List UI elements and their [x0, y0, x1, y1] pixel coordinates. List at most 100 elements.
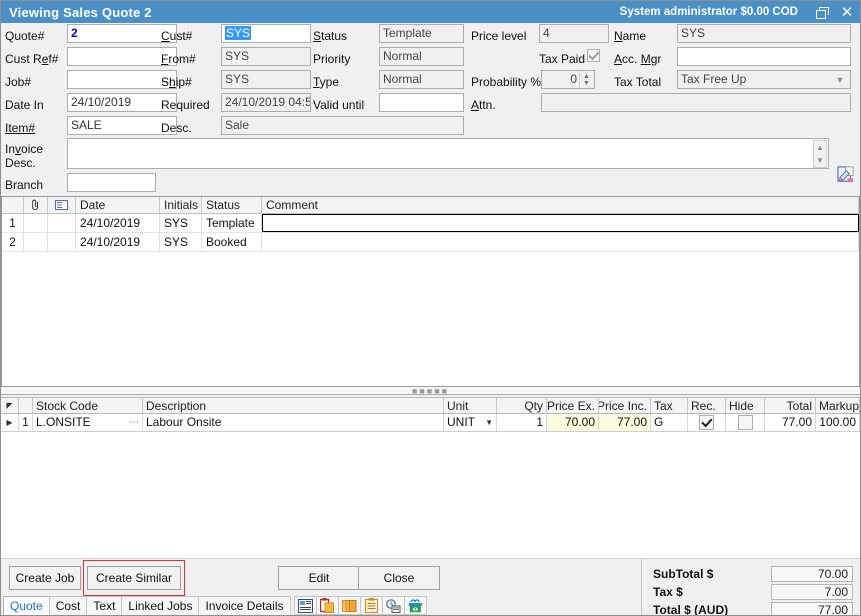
line-row-stock-code[interactable]: L.ONSITE ⋯ [33, 414, 143, 431]
line-col-total[interactable]: Total [765, 398, 816, 413]
paste-clipboard-icon-button[interactable] [316, 596, 339, 615]
table-row[interactable]: 2 24/10/2019 SYS Booked [2, 233, 859, 252]
row-attachment-cell[interactable] [24, 214, 48, 232]
hide-checkbox[interactable] [738, 415, 753, 430]
comments-col-initials[interactable]: Initials [160, 197, 202, 213]
edit-button[interactable]: Edit [278, 566, 360, 590]
line-col-qty[interactable]: Qty [497, 398, 547, 413]
invoice-desc-label: Invoice [5, 142, 43, 156]
tab-linked-jobs[interactable]: Linked Jobs [121, 596, 199, 615]
create-job-button[interactable]: Create Job [9, 566, 81, 590]
probability-spinner[interactable]: ▲ ▼ [579, 71, 593, 88]
comments-col-attachment[interactable] [24, 197, 48, 213]
line-row-price-ex[interactable]: 70.00 [547, 414, 599, 431]
cust-number-field[interactable]: SYS [221, 24, 311, 43]
tax-row: Tax $ 7.00 [653, 584, 853, 600]
close-button[interactable]: Close [358, 566, 440, 590]
rec-checkbox[interactable] [699, 415, 714, 430]
line-col-markup[interactable]: Markup [816, 398, 860, 413]
subtotal-value: 70.00 [771, 566, 853, 582]
tab-quote[interactable]: Quote [3, 596, 50, 615]
line-col-unit[interactable]: Unit [444, 398, 497, 413]
invoice-desc-field[interactable]: ▲ ▼ [67, 138, 829, 169]
line-row-qty[interactable]: 1 [497, 414, 547, 431]
price-level-field[interactable]: 4 [539, 24, 609, 43]
line-col-price-ex[interactable]: Price Ex. [547, 398, 599, 413]
comments-col-date[interactable]: Date [76, 197, 160, 213]
tax-paid-checkbox[interactable] [587, 49, 600, 62]
name-field[interactable]: SYS [677, 24, 851, 43]
close-window-button[interactable]: ✕ [834, 1, 860, 23]
restore-window-button[interactable] [808, 1, 834, 23]
gift-money-icon [408, 599, 423, 613]
row-note-cell[interactable] [48, 214, 76, 232]
row-initials[interactable]: SYS [160, 214, 202, 232]
row-status[interactable]: Template [202, 214, 262, 232]
row-date[interactable]: 24/10/2019 [76, 233, 160, 251]
line-col-description[interactable]: Description [143, 398, 444, 413]
report-icon-button[interactable] [294, 596, 317, 615]
line-col-rownum [19, 398, 33, 413]
line-row-price-inc[interactable]: 77.00 [599, 414, 651, 431]
line-col-price-inc[interactable]: Price Inc. [599, 398, 651, 413]
restore-icon [816, 7, 827, 17]
total-label: Total $ (AUD) [653, 603, 771, 616]
branch-field[interactable] [67, 173, 156, 192]
totals-panel: SubTotal $ 70.00 Tax $ 7.00 Total $ (AUD… [653, 566, 853, 616]
row-status[interactable]: Booked [202, 233, 262, 251]
attn-label: Attn. [471, 98, 496, 112]
line-row-hide[interactable] [726, 414, 765, 431]
line-row-tax[interactable]: G [651, 414, 688, 431]
line-row-markup[interactable]: 100.00 [816, 414, 860, 431]
clipboard-icon-button[interactable] [360, 596, 383, 615]
row-note-cell[interactable] [48, 233, 76, 251]
history-clock-icon-button[interactable] [382, 596, 405, 615]
priority-field[interactable]: Normal [379, 47, 464, 66]
comments-col-note[interactable] [48, 197, 76, 213]
line-row-unit[interactable]: UNIT ▼ [444, 414, 497, 431]
invoice-desc-scroll-spinner[interactable]: ▲ ▼ [813, 140, 827, 168]
comments-col-rownum[interactable] [2, 197, 24, 213]
title-bar: Viewing Sales Quote 2 System administrat… [1, 1, 860, 23]
table-row[interactable]: 1 24/10/2019 SYS Template [2, 214, 859, 233]
line-row-description[interactable]: Labour Onsite [143, 414, 444, 431]
status-field[interactable]: Template [379, 24, 464, 43]
row-comment[interactable] [262, 214, 859, 232]
line-col-hide[interactable]: Hide [726, 398, 765, 413]
line-row-total[interactable]: 77.00 [765, 414, 816, 431]
line-col-rec[interactable]: Rec. [688, 398, 726, 413]
gift-money-icon-button[interactable] [404, 596, 427, 615]
line-item-row[interactable]: ▶ 1 L.ONSITE ⋯ Labour Onsite UNIT ▼ 1 70… [1, 414, 860, 432]
from-number-field[interactable]: SYS [221, 47, 311, 66]
row-initials[interactable]: SYS [160, 233, 202, 251]
line-col-tax[interactable]: Tax [651, 398, 688, 413]
line-col-stock-code[interactable]: Stock Code [33, 398, 143, 413]
panel-splitter[interactable]: ■■■■■ [1, 387, 860, 395]
quote-number-label: Quote# [5, 29, 44, 43]
acc-mgr-field[interactable] [677, 47, 851, 66]
desc-field[interactable]: Sale [221, 116, 464, 135]
tab-invoice-details[interactable]: Invoice Details [198, 596, 290, 615]
copy-pages-icon-button[interactable] [338, 596, 361, 615]
attn-field[interactable] [541, 93, 851, 112]
line-col-selector[interactable]: ◤ [1, 398, 19, 413]
row-comment[interactable] [262, 233, 859, 251]
bottom-tab-bar: Quote Cost Text Linked Jobs Invoice Deta… [3, 595, 427, 615]
ship-number-field[interactable]: SYS [221, 70, 311, 89]
tax-total-field[interactable]: Tax Free Up ▼ [677, 70, 851, 89]
row-attachment-cell[interactable] [24, 233, 48, 251]
row-date[interactable]: 24/10/2019 [76, 214, 160, 232]
chevron-down-icon[interactable]: ▼ [485, 414, 493, 431]
create-similar-button[interactable]: Create Similar [87, 566, 181, 590]
tab-text[interactable]: Text [86, 596, 122, 615]
valid-until-field[interactable] [379, 93, 464, 112]
type-field[interactable]: Normal [379, 70, 464, 89]
required-field[interactable]: 24/10/2019 04:53 [221, 93, 311, 112]
stock-code-lookup-icon[interactable]: ⋯ [129, 414, 139, 431]
comments-col-comment[interactable]: Comment [262, 197, 859, 213]
edit-document-icon[interactable] [837, 166, 856, 184]
line-row-rec[interactable] [688, 414, 726, 431]
tab-cost[interactable]: Cost [49, 596, 88, 615]
chevron-down-icon[interactable]: ▼ [831, 72, 849, 87]
comments-col-status[interactable]: Status [202, 197, 262, 213]
